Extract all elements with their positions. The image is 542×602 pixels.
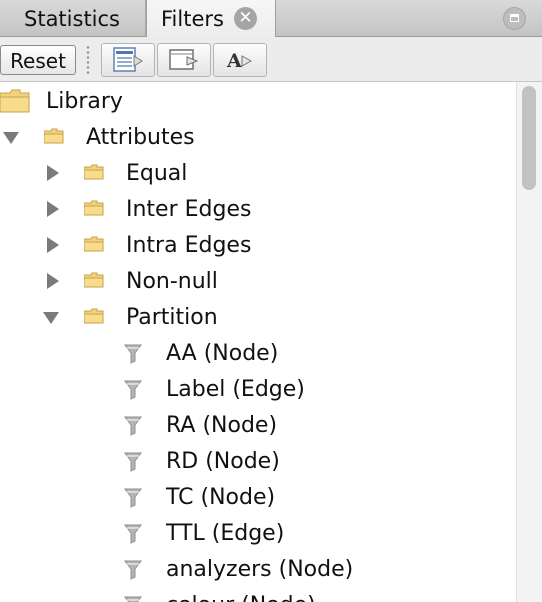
tree-leaf-filter[interactable]: TTL (Edge): [0, 516, 516, 552]
tree-leaf-filter[interactable]: Label (Edge): [0, 372, 516, 408]
filter-list-icon: [113, 47, 143, 72]
funnel-icon: [124, 524, 142, 544]
tree-leaf-label: RA (Node): [166, 413, 278, 438]
tab-statistics-label: Statistics: [24, 6, 120, 31]
folder-icon: [44, 128, 64, 144]
tree-leaf-filter[interactable]: TC (Node): [0, 480, 516, 516]
tree-node-inter-edges[interactable]: Inter Edges: [0, 192, 516, 228]
collapsed-arrow-icon[interactable]: [46, 165, 60, 181]
tab-statistics[interactable]: Statistics: [0, 0, 146, 37]
tab-bar: Statistics Filters ✕: [0, 0, 542, 38]
funnel-icon: [124, 488, 142, 508]
folder-icon: [84, 308, 104, 324]
folder-icon: [84, 236, 104, 252]
expanded-arrow-icon[interactable]: [43, 311, 59, 325]
funnel-icon: [124, 596, 142, 602]
minimize-icon[interactable]: [503, 7, 526, 30]
scrollbar-thumb[interactable]: [522, 86, 536, 190]
tree-leaf-filter[interactable]: analyzers (Node): [0, 552, 516, 588]
collapsed-arrow-icon[interactable]: [46, 237, 60, 253]
rename-glyph: A: [226, 50, 242, 72]
rename-icon: A: [226, 50, 253, 72]
tree-leaf-filter[interactable]: AA (Node): [0, 336, 516, 372]
tree-node-library[interactable]: Library: [0, 84, 516, 120]
tree-node-non-null[interactable]: Non-null: [0, 264, 516, 300]
funnel-icon: [124, 560, 142, 580]
rename-button[interactable]: A: [213, 43, 267, 77]
tree-leaf-label: Label (Edge): [166, 377, 305, 402]
export-icon: [169, 49, 199, 70]
expanded-arrow-icon[interactable]: [3, 131, 19, 145]
filter-library-tree[interactable]: Library Attributes Equal Inter Edges Int…: [0, 82, 516, 602]
export-button[interactable]: [157, 43, 211, 77]
tree-node-label: Equal: [126, 161, 188, 186]
vertical-scrollbar[interactable]: [516, 82, 542, 602]
folder-icon: [84, 272, 104, 288]
folder-icon: [0, 89, 30, 113]
tree-node-partition[interactable]: Partition: [0, 300, 516, 336]
tree-node-label: Inter Edges: [126, 197, 252, 222]
funnel-icon: [124, 452, 142, 472]
filters-panel: Statistics Filters ✕ Reset A Library Att…: [0, 0, 542, 602]
tree-node-label: Partition: [126, 305, 218, 330]
close-icon[interactable]: ✕: [234, 7, 257, 30]
tree-leaf-label: analyzers (Node): [166, 557, 354, 582]
tree-leaf-label: RD (Node): [166, 449, 280, 474]
funnel-icon: [124, 380, 142, 400]
folder-icon: [84, 200, 104, 216]
collapsed-arrow-icon[interactable]: [46, 273, 60, 289]
funnel-icon: [124, 344, 142, 364]
filter-list-button[interactable]: [101, 43, 155, 77]
tree-node-label: Intra Edges: [126, 233, 252, 258]
tree-node-label: Library: [46, 89, 123, 114]
tree-leaf-filter[interactable]: colour (Node): [0, 588, 516, 602]
toolbar: Reset A: [0, 37, 542, 82]
tree-node-label: Attributes: [86, 125, 195, 150]
funnel-icon: [124, 416, 142, 436]
tree-leaf-filter[interactable]: RD (Node): [0, 444, 516, 480]
tree-node-intra-edges[interactable]: Intra Edges: [0, 228, 516, 264]
folder-icon: [84, 164, 104, 180]
tab-filters-label: Filters: [161, 7, 224, 31]
collapsed-arrow-icon[interactable]: [46, 201, 60, 217]
tree-node-attributes[interactable]: Attributes: [0, 120, 516, 156]
toolbar-grip: [86, 45, 90, 75]
tree-leaf-filter[interactable]: RA (Node): [0, 408, 516, 444]
tree-node-equal[interactable]: Equal: [0, 156, 516, 192]
tree-leaf-label: TC (Node): [166, 485, 276, 510]
reset-button[interactable]: Reset: [0, 45, 76, 75]
tree-leaf-label: TTL (Edge): [166, 521, 285, 546]
tree-leaf-label: colour (Node): [166, 591, 316, 602]
tree-leaf-label: AA (Node): [166, 341, 279, 366]
tree-node-label: Non-null: [126, 269, 218, 294]
